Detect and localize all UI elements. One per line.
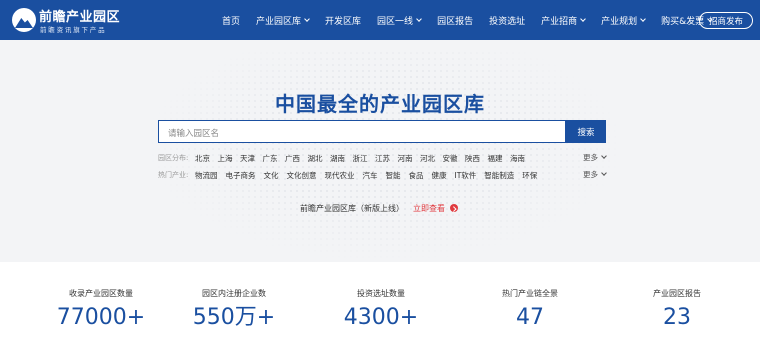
chevron-down-icon [640,15,646,22]
nav-item-park-reports[interactable]: 园区报告 [437,14,473,27]
nav-item-home[interactable]: 首页 [222,14,240,27]
search-box [158,120,566,145]
nav-item-site-selection[interactable]: 投资选址 [489,14,525,27]
stat-park-count: 收录产业园区数量 77000+ [31,288,171,331]
main-nav: 首页 产业园区库 开发区库 园区一线 园区报告 投资选址 产业招商 产业规划 购… [222,0,728,40]
nav-item-label: 开发区库 [325,16,362,27]
more-label: 更多 [583,153,598,162]
region-link[interactable]: 河北 [420,153,435,164]
top-navigation-bar: 前瞻产业园区 前瞻资讯旗下产品 首页 产业园区库 开发区库 园区一线 园区报告 … [0,0,760,40]
hero-section: 中国最全的产业园区库 搜索 园区分布: 北京 上海 天津 广东 广西 湖北 湖南… [0,40,760,262]
stat-value: 4300+ [343,305,419,330]
stat-label: 产业园区报告 [653,289,701,298]
new-version-promo: 前瞻产业园区库（新版上线） 立即查看 [300,202,458,214]
industry-link[interactable]: 食品 [409,170,424,181]
stat-label: 热门产业链全景 [502,289,558,298]
nav-item-investment-attraction[interactable]: 产业招商 [541,14,586,27]
region-link[interactable]: 北京 [195,153,210,164]
stat-site-selection-count: 投资选址数量 4300+ [311,288,451,331]
brand-logo[interactable]: 前瞻产业园区 前瞻资讯旗下产品 [12,5,132,35]
region-filter-label: 园区分布: [158,154,189,162]
industry-link[interactable]: 健康 [432,170,447,181]
industry-link[interactable]: 文化 [264,170,279,181]
promo-text: 前瞻产业园区库（新版上线） [300,203,404,213]
region-link[interactable]: 福建 [488,153,503,164]
nav-item-park-database[interactable]: 产业园区库 [256,14,310,27]
nav-item-label: 园区报告 [437,16,474,27]
industry-link[interactable]: 智能制造 [484,170,514,181]
industry-more-button[interactable]: 更多 [583,169,607,180]
region-link[interactable]: 湖北 [308,153,323,164]
chevron-down-icon [601,170,607,176]
chevron-down-icon [416,15,422,22]
nav-item-industry-planning[interactable]: 产业规划 [601,14,646,27]
stat-registered-companies: 园区内注册企业数 550万+ [164,288,304,331]
stat-label: 收录产业园区数量 [69,289,133,298]
arrow-right-circle-icon[interactable] [450,204,458,212]
industry-link[interactable]: 汽车 [363,170,378,181]
nav-item-label: 首页 [222,16,241,27]
nav-item-development-zones[interactable]: 开发区库 [325,14,361,27]
region-link[interactable]: 安徽 [443,153,458,164]
nav-item-label: 产业园区库 [256,16,302,27]
stat-value: 77000+ [56,305,146,330]
industry-link[interactable]: 智能 [386,170,401,181]
view-now-link[interactable]: 立即查看 [413,203,445,214]
nav-item-label: 园区一线 [377,16,414,27]
region-link[interactable]: 河南 [398,153,413,164]
industry-link[interactable]: 物流园 [195,170,218,181]
stat-label: 园区内注册企业数 [202,289,266,298]
industry-filter-row: 热门产业: 物流园 电子商务 文化 文化创意 现代农业 汽车 智能 食品 健康 … [158,169,545,181]
search-input[interactable] [159,123,565,145]
stat-park-reports: 产业园区报告 23 [607,288,747,331]
industry-link[interactable]: IT软件 [455,170,477,181]
region-link[interactable]: 浙江 [353,153,368,164]
nav-item-park-news[interactable]: 园区一线 [377,14,422,27]
post-investment-button[interactable]: 招商发布 [699,12,753,29]
industry-link[interactable]: 电子商务 [226,170,256,181]
nav-item-label: 购买&发票 [661,16,705,27]
more-label: 更多 [583,170,598,179]
logo-icon [12,8,36,32]
nav-item-label: 投资选址 [489,16,526,27]
industry-link[interactable]: 现代农业 [325,170,355,181]
stat-value: 23 [663,305,691,330]
chevron-down-icon [304,15,310,22]
industry-link[interactable]: 文化创意 [287,170,317,181]
nav-item-label: 产业规划 [601,16,638,27]
brand-name: 前瞻产业园区 [39,10,121,25]
region-link[interactable]: 湖南 [330,153,345,164]
region-more-button[interactable]: 更多 [583,152,607,163]
region-link[interactable]: 江苏 [375,153,390,164]
region-link[interactable]: 广西 [285,153,300,164]
industry-filter-label: 热门产业: [158,171,189,179]
stat-label: 投资选址数量 [357,289,405,298]
region-link[interactable]: 上海 [218,153,233,164]
stat-value: 550万+ [192,305,276,330]
nav-item-label: 产业招商 [541,16,578,27]
region-link[interactable]: 陕西 [465,153,480,164]
region-filter-row: 园区分布: 北京 上海 天津 广东 广西 湖北 湖南 浙江 江苏 河南 河北 安… [158,152,533,164]
chevron-down-icon [601,153,607,159]
chevron-down-icon [580,15,586,22]
industry-link[interactable]: 环保 [522,170,537,181]
stat-value: 47 [516,305,544,330]
stat-industry-chains: 热门产业链全景 47 [460,288,600,331]
region-link[interactable]: 海南 [510,153,525,164]
region-link[interactable]: 天津 [240,153,255,164]
page-title: 中国最全的产业园区库 [275,92,485,116]
brand-tagline: 前瞻资讯旗下产品 [40,26,107,34]
search-button[interactable]: 搜索 [566,120,606,143]
stats-section: 收录产业园区数量 77000+ 园区内注册企业数 550万+ 投资选址数量 43… [0,262,760,356]
region-link[interactable]: 广东 [263,153,278,164]
